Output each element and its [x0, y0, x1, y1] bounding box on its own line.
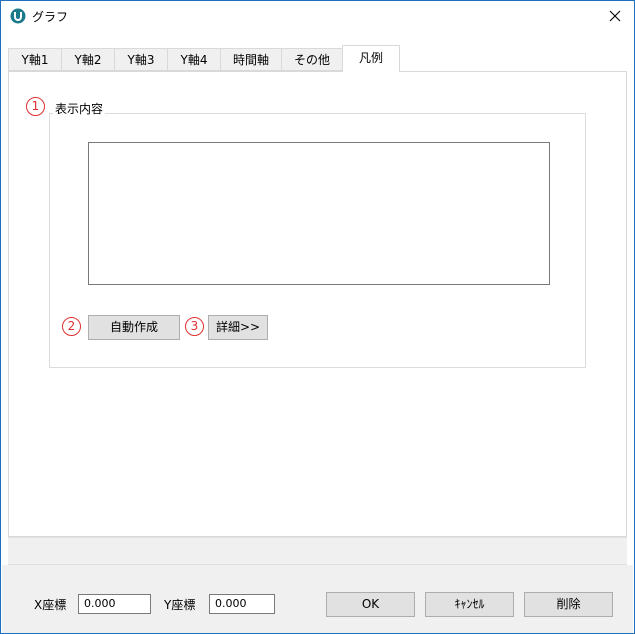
x-coordinate-field[interactable]: 0.000	[78, 594, 151, 614]
window-title: グラフ	[32, 10, 69, 24]
ok-button[interactable]: OK	[326, 592, 415, 617]
title-bar: グラフ	[1, 1, 634, 31]
delete-button[interactable]: 削除	[524, 592, 613, 617]
status-band	[8, 537, 627, 565]
graph-dialog: グラフ Y軸1 Y軸2 Y軸3 Y軸4 時間軸 その他 凡例 1 表示内容 2 …	[0, 0, 635, 634]
y-coordinate-label: Y座標	[164, 598, 196, 612]
tab-legend[interactable]: 凡例	[342, 45, 400, 72]
tab-other[interactable]: その他	[281, 48, 343, 71]
annotation-marker-2: 2	[62, 317, 81, 336]
close-button[interactable]	[602, 5, 628, 27]
tab-y-axis-3[interactable]: Y軸3	[114, 48, 168, 71]
display-content-label: 表示内容	[53, 100, 106, 118]
tab-time-axis[interactable]: 時間軸	[220, 48, 282, 71]
tab-y-axis-4[interactable]: Y軸4	[167, 48, 221, 71]
close-icon	[609, 10, 621, 22]
annotation-marker-3: 3	[185, 317, 204, 336]
auto-create-button[interactable]: 自動作成	[88, 315, 180, 340]
bottom-bar: X座標 0.000 Y座標 0.000 OK ｷｬﾝｾﾙ 削除	[2, 565, 633, 633]
app-logo-icon	[10, 8, 26, 24]
annotation-marker-1: 1	[26, 97, 45, 116]
cancel-button[interactable]: ｷｬﾝｾﾙ	[425, 592, 514, 617]
x-coordinate-label: X座標	[34, 598, 67, 612]
tab-y-axis-2[interactable]: Y軸2	[61, 48, 115, 71]
details-button[interactable]: 詳細>>	[208, 315, 268, 340]
legend-content-textarea[interactable]	[88, 142, 550, 285]
y-coordinate-field[interactable]: 0.000	[209, 594, 275, 614]
tab-y-axis-1[interactable]: Y軸1	[8, 48, 62, 71]
